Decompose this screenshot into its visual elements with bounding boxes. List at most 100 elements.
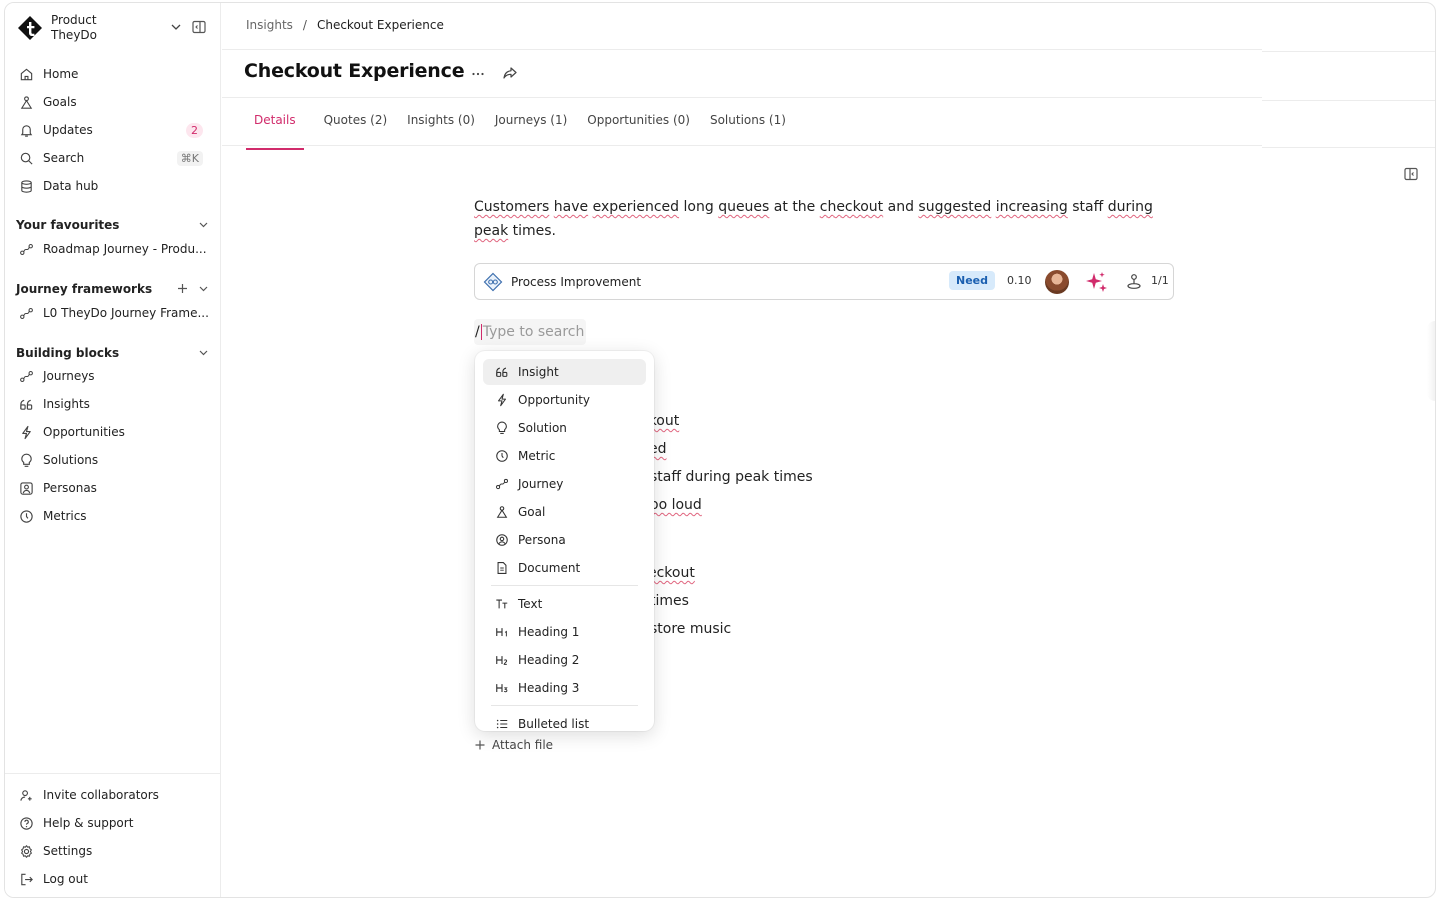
menu-item-heading-3[interactable]: Heading 3	[483, 675, 646, 701]
menu-item-heading-1[interactable]: Heading 1	[483, 619, 646, 645]
menu-item-solution[interactable]: Solution	[483, 415, 646, 441]
insight-icon	[19, 397, 34, 412]
menu-item-heading-2[interactable]: Heading 2	[483, 647, 646, 673]
database-icon	[19, 179, 34, 194]
chevron-down-icon[interactable]	[197, 218, 210, 231]
attach-file-button[interactable]: Attach file	[474, 738, 553, 752]
slash-character: /	[475, 324, 480, 340]
menu-item-goal[interactable]: Goal	[483, 499, 646, 525]
favourite-item[interactable]: Roadmap Journey - Produ...	[11, 235, 215, 263]
touchpoint-icon[interactable]	[1125, 273, 1143, 291]
body-text-line: staff during peak times	[650, 469, 813, 485]
collapse-sidebar-icon[interactable]	[191, 19, 207, 35]
breadcrumb-separator: /	[302, 18, 307, 32]
tab-quotes[interactable]: Quotes (2)	[324, 113, 388, 140]
journey-icon	[19, 369, 34, 384]
tab-journeys[interactable]: Journeys (1)	[495, 113, 567, 140]
page-title[interactable]: Checkout Experience	[244, 60, 465, 82]
menu-divider	[491, 585, 638, 586]
menu-item-insight[interactable]: Insight	[483, 359, 646, 385]
nav-personas[interactable]: Personas	[11, 474, 215, 502]
description-text: Customers have experienced long queues a…	[474, 199, 1153, 239]
need-title: Process Improvement	[511, 274, 642, 289]
building-blocks-nav: Journeys Insights Opportunities Solution…	[11, 362, 215, 530]
persona-icon	[19, 481, 34, 496]
nav-home[interactable]: Home	[11, 60, 215, 88]
tab-solutions[interactable]: Solutions (1)	[710, 113, 786, 140]
ai-sparkle-icon[interactable]	[1085, 270, 1109, 294]
metric-icon	[495, 449, 509, 463]
body-text-line: store music	[650, 621, 732, 637]
goal-icon	[495, 505, 509, 519]
nav-data-hub[interactable]: Data hub	[11, 172, 215, 200]
nav-updates[interactable]: Updates 2	[11, 116, 215, 144]
nav-insights[interactable]: Insights	[11, 390, 215, 418]
help-icon	[19, 816, 34, 831]
workspace-switcher[interactable]: Product TheyDo	[17, 11, 213, 45]
log-out-button[interactable]: Log out	[11, 865, 215, 893]
bulb-icon	[495, 421, 509, 435]
add-icon[interactable]	[176, 282, 189, 295]
menu-item-persona[interactable]: Persona	[483, 527, 646, 553]
help-support-button[interactable]: Help & support	[11, 809, 215, 837]
menu-item-journey[interactable]: Journey	[483, 471, 646, 497]
process-improvement-icon	[483, 272, 503, 292]
nav-search[interactable]: Search ⌘K	[11, 144, 215, 172]
breadcrumb-parent[interactable]: Insights	[246, 18, 293, 32]
favourite-label: Roadmap Journey - Produ...	[43, 242, 207, 256]
menu-item-opportunity[interactable]: Opportunity	[483, 387, 646, 413]
bolt-icon	[19, 425, 34, 440]
divider	[222, 145, 1262, 146]
divider	[222, 49, 1262, 50]
settings-button[interactable]: Settings	[11, 837, 215, 865]
menu-item-text[interactable]: Text	[483, 591, 646, 617]
home-icon	[19, 67, 34, 82]
persona-icon	[495, 533, 509, 547]
slash-command-menu: Insight Opportunity Solution Metric Jour…	[475, 351, 654, 731]
menu-item-metric[interactable]: Metric	[483, 443, 646, 469]
invite-collaborators-button[interactable]: Invite collaborators	[11, 781, 215, 809]
chevron-down-icon[interactable]	[197, 346, 210, 359]
journey-frameworks-header[interactable]: Journey frameworks	[16, 279, 210, 299]
favourites-header[interactable]: Your favourites	[16, 215, 210, 235]
nav-goals[interactable]: Goals	[11, 88, 215, 116]
building-blocks-header[interactable]: Building blocks	[16, 343, 210, 363]
invite-icon	[19, 788, 34, 803]
primary-nav: Home Goals Updates 2 Search ⌘K Data hub	[11, 60, 215, 200]
menu-item-bulleted-list[interactable]: Bulleted list	[483, 711, 646, 731]
body-text-line: oo loud	[650, 497, 702, 513]
description-editor[interactable]: Customers have experienced long queues a…	[474, 195, 1174, 243]
updates-count-badge: 2	[186, 122, 203, 138]
framework-label: L0 TheyDo Journey Frame...	[43, 306, 209, 320]
divider	[1262, 51, 1435, 52]
nav-label: Search	[43, 151, 85, 165]
avatar[interactable]	[1045, 270, 1069, 294]
more-options-icon[interactable]	[470, 66, 486, 82]
tab-opportunities[interactable]: Opportunities (0)	[587, 113, 690, 140]
journey-icon	[19, 242, 34, 257]
h3-icon	[495, 681, 509, 695]
slash-placeholder: Type to search	[482, 324, 585, 340]
tab-insights[interactable]: Insights (0)	[407, 113, 475, 140]
share-icon[interactable]	[502, 65, 518, 81]
slash-command-input[interactable]: / Type to search	[474, 319, 586, 345]
need-type-badge: Need	[949, 271, 996, 290]
nav-journeys[interactable]: Journeys	[11, 362, 215, 390]
nav-solutions[interactable]: Solutions	[11, 446, 215, 474]
nav-metrics[interactable]: Metrics	[11, 502, 215, 530]
nav-opportunities[interactable]: Opportunities	[11, 418, 215, 446]
chevron-down-icon[interactable]	[197, 282, 210, 295]
toggle-side-panel-icon[interactable]	[1403, 166, 1419, 182]
nav-label: Data hub	[43, 179, 99, 193]
menu-item-document[interactable]: Document	[483, 555, 646, 581]
need-score: 0.10	[1007, 274, 1032, 287]
framework-item[interactable]: L0 TheyDo Journey Frame...	[11, 299, 215, 327]
main-content: Insights / Checkout Experience Checkout …	[222, 3, 1435, 897]
tab-details[interactable]: Details	[246, 113, 304, 150]
linked-need-card[interactable]: Process Improvement Need 0.10 1/1	[474, 263, 1174, 300]
sidebar-footer: Invite collaborators Help & support Sett…	[5, 773, 221, 897]
text-caret	[480, 324, 482, 340]
chevron-down-icon[interactable]	[169, 20, 183, 34]
body-text-line: times	[650, 593, 689, 609]
workspace-org: TheyDo	[51, 28, 98, 42]
